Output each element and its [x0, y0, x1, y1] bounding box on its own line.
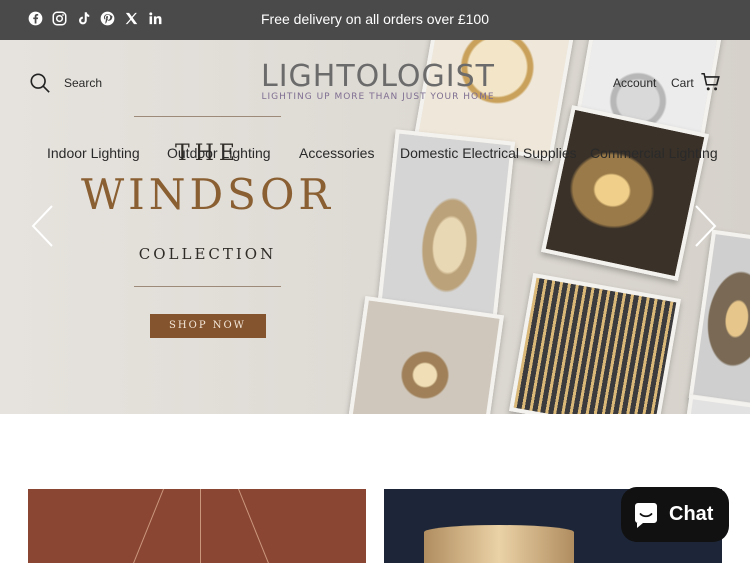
- hero-divider-bottom: [134, 286, 281, 287]
- search-icon: [30, 73, 50, 93]
- logo-wordmark: LIGHTOLOGIST: [253, 60, 503, 94]
- logo-tagline: LIGHTING UP MORE THAN JUST YOUR HOME: [261, 92, 495, 102]
- chevron-left-icon[interactable]: [28, 203, 58, 249]
- cart-icon[interactable]: [700, 71, 722, 93]
- lamp-shade-image: [424, 525, 574, 563]
- site-logo[interactable]: LIGHTOLOGIST LIGHTING UP MORE THAN JUST …: [253, 60, 503, 103]
- announcement-text[interactable]: Free delivery on all orders over £100: [0, 11, 750, 27]
- nav-item-commercial-lighting[interactable]: Commercial Lighting: [590, 145, 718, 161]
- chat-button[interactable]: Chat: [621, 487, 729, 542]
- collage-photo-crystal-fringe: [508, 273, 682, 414]
- search-button[interactable]: Search: [29, 72, 102, 94]
- account-link[interactable]: Account: [613, 76, 656, 90]
- hero-title: WINDSOR: [80, 170, 334, 219]
- nav-item-domestic-electrical-supplies[interactable]: Domestic Electrical Supplies: [400, 145, 577, 161]
- nav-item-outdoor-lighting[interactable]: Outdoor Lighting: [167, 145, 271, 161]
- pendant-cord: [200, 489, 201, 563]
- pendant-cord: [129, 489, 164, 563]
- nav-item-accessories[interactable]: Accessories: [299, 145, 374, 161]
- chat-bubble-icon: [635, 502, 657, 528]
- shop-now-button[interactable]: SHOP NOW: [149, 314, 266, 338]
- collage-photo-lantern: [688, 229, 750, 411]
- search-label: Search: [64, 76, 103, 90]
- featured-tile-left[interactable]: [28, 489, 366, 563]
- hero-divider-top: [134, 116, 281, 117]
- logo-text: LIGHTOLOGIST: [260, 59, 496, 94]
- collage-photo-crystal-tiers: [540, 105, 710, 281]
- pendant-cord: [238, 489, 273, 563]
- chat-label: Chat: [669, 503, 714, 525]
- hero-subtitle: COLLECTION: [138, 245, 277, 263]
- nav-item-indoor-lighting[interactable]: Indoor Lighting: [47, 145, 140, 161]
- chevron-right-icon[interactable]: [690, 203, 720, 249]
- cart-link[interactable]: Cart: [671, 76, 694, 90]
- announcement-bar: Free delivery on all orders over £100: [0, 0, 750, 40]
- main-navigation: Indoor Lighting Outdoor Lighting Accesso…: [0, 145, 750, 165]
